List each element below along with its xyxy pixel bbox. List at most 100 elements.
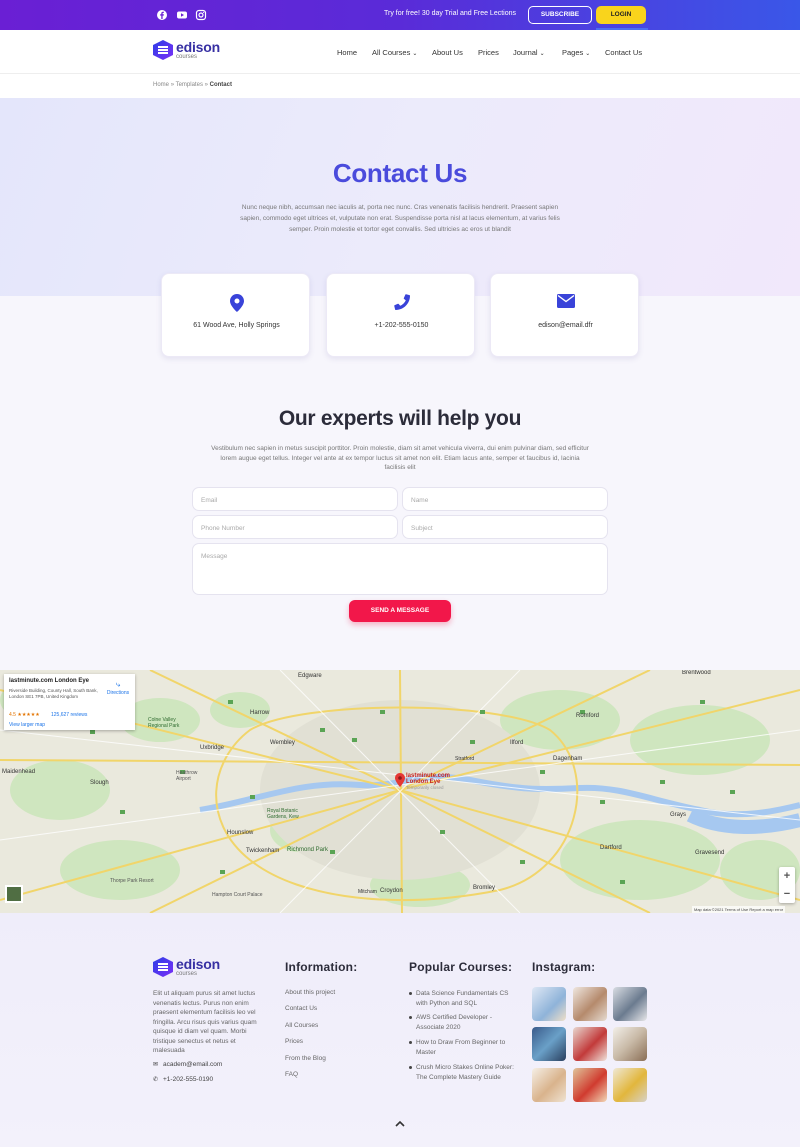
footer-course-link[interactable]: How to Draw From Beginner to Master bbox=[409, 1038, 514, 1058]
nav-item-home[interactable]: Home bbox=[337, 48, 357, 57]
phone-text[interactable]: +1-202-555-0150 bbox=[327, 322, 476, 329]
map-place-label: Richmond Park bbox=[287, 847, 329, 853]
footer-course-link[interactable]: Data Science Fundamentals CS with Python… bbox=[409, 989, 514, 1009]
phone-icon: ✆ bbox=[153, 1077, 159, 1083]
nav-item-about-us[interactable]: About Us bbox=[432, 48, 463, 57]
map-place-label: Thorpe Park Resort bbox=[110, 878, 154, 884]
chevron-down-icon: ⌄ bbox=[412, 51, 418, 57]
map-place-label: Colne Valley Regional Park bbox=[148, 717, 180, 729]
zoom-out-button[interactable]: − bbox=[779, 885, 795, 903]
instagram-photo[interactable] bbox=[573, 1027, 607, 1061]
envelope-icon: ✉ bbox=[153, 1062, 159, 1068]
footer-instagram-title: Instagram: bbox=[532, 960, 596, 974]
footer-logo[interactable]: edison courses bbox=[153, 957, 220, 977]
promo-text: Try for free! 30 day Trial and Free Lect… bbox=[383, 10, 517, 17]
email-text[interactable]: edison@email.dfr bbox=[491, 322, 640, 329]
breadcrumb-templates[interactable]: Templates bbox=[176, 82, 203, 88]
footer bbox=[0, 913, 800, 1147]
form-section-description: Vestibulum nec sapien in metus suscipit … bbox=[211, 445, 589, 471]
instagram-photo[interactable] bbox=[532, 987, 566, 1021]
youtube-icon[interactable] bbox=[176, 9, 188, 21]
breadcrumb-home[interactable]: Home bbox=[153, 82, 169, 88]
hero: Contact Us Nunc neque nibh, accumsan nec… bbox=[0, 98, 800, 296]
map-rating: 4.5 ★★★★★ bbox=[9, 712, 40, 718]
map-place-label: Ilford bbox=[510, 740, 524, 746]
subscribe-button[interactable]: SUBSCRIBE bbox=[528, 6, 592, 24]
footer-link[interactable]: About this project bbox=[285, 989, 335, 996]
footer-link[interactable]: Contact Us bbox=[285, 1005, 317, 1012]
name-field[interactable]: Name bbox=[402, 487, 608, 511]
chevron-down-icon: ⌄ bbox=[539, 51, 545, 57]
instagram-photo[interactable] bbox=[573, 1068, 607, 1102]
hero-description: Nunc neque nibh, accumsan nec iaculis at… bbox=[240, 204, 560, 233]
map-place-label: Grays bbox=[670, 812, 687, 818]
directions-icon: ⤷ bbox=[115, 680, 121, 689]
map-place-label: Brentwood bbox=[682, 670, 711, 676]
chevron-up-icon[interactable] bbox=[393, 1120, 407, 1132]
breadcrumb-separator: » bbox=[170, 82, 175, 88]
footer-description: Elit ut aliquam purus sit amet luctus ve… bbox=[153, 990, 257, 1054]
map-place-label: Bromley bbox=[473, 885, 496, 891]
directions-button[interactable]: ⤷ Directions bbox=[105, 680, 131, 696]
instagram-photo[interactable] bbox=[613, 987, 647, 1021]
page-title: Contact Us bbox=[332, 158, 468, 188]
map-place-title: lastminute.com London Eye bbox=[9, 678, 90, 684]
map-place-label: Maidenhead bbox=[2, 769, 36, 775]
map-place-label: Dagenham bbox=[553, 756, 583, 762]
nav-item-label: Pages bbox=[562, 48, 584, 57]
footer-email-text: academ@email.com bbox=[163, 1061, 223, 1068]
send-message-button[interactable]: SEND A MESSAGE bbox=[349, 600, 451, 622]
map-pin-status: Temporarily closed bbox=[406, 785, 444, 790]
zoom-in-button[interactable]: + bbox=[779, 867, 795, 885]
footer-course-link[interactable]: Crush Micro Stakes Online Poker: The Com… bbox=[409, 1063, 514, 1083]
instagram-photo[interactable] bbox=[532, 1027, 566, 1061]
map-pin-icon[interactable] bbox=[395, 773, 405, 787]
instagram-photo[interactable] bbox=[613, 1027, 647, 1061]
email-field[interactable]: Email bbox=[192, 487, 398, 511]
email-card: edison@email.dfr bbox=[490, 273, 639, 357]
instagram-photo[interactable] bbox=[532, 1068, 566, 1102]
footer-phone[interactable]: ✆ +1-202-555-0190 bbox=[153, 1076, 213, 1083]
logo-mark-icon bbox=[153, 957, 173, 977]
login-button[interactable]: LOGIN bbox=[596, 6, 646, 24]
map-place-label: Royal Botanic Gardens, Kew bbox=[267, 808, 299, 820]
map-attribution[interactable]: Map data ©2021 Terms of Use Report a map… bbox=[692, 906, 786, 913]
map-zoom-control: + − bbox=[779, 867, 795, 903]
map-reviews-link[interactable]: 125,627 reviews bbox=[51, 712, 87, 718]
address-text: 61 Wood Ave, Holly Springs bbox=[193, 322, 280, 329]
address-card: 61 Wood Ave, Holly Springs bbox=[161, 273, 310, 357]
nav-item-all-courses[interactable]: All Courses ⌄ bbox=[372, 48, 417, 57]
breadcrumb-current: Contact bbox=[209, 82, 232, 88]
nav-item-pages[interactable]: Pages ⌄ bbox=[562, 48, 590, 57]
map-place-label: Hounslow bbox=[227, 830, 254, 836]
map-place-label: Slough bbox=[90, 780, 109, 786]
nav-item-prices[interactable]: Prices bbox=[478, 48, 499, 57]
footer-link[interactable]: FAQ bbox=[285, 1071, 298, 1078]
envelope-icon bbox=[491, 294, 640, 314]
message-field[interactable]: Message bbox=[192, 543, 608, 595]
map-place-label: Twickenham bbox=[246, 848, 280, 854]
instagram-photo[interactable] bbox=[613, 1068, 647, 1102]
phone-field[interactable]: Phone Number bbox=[192, 515, 398, 539]
footer-course-link[interactable]: AWS Certified Developer - Associate 2020 bbox=[409, 1013, 514, 1033]
nav-item-label: Journal bbox=[513, 48, 538, 57]
chevron-down-icon: ⌄ bbox=[585, 51, 591, 57]
map-pin-label: lastminute.com London Eye Temporarily cl… bbox=[406, 773, 450, 791]
footer-link[interactable]: From the Blog bbox=[285, 1055, 326, 1062]
footer-email[interactable]: ✉ academ@email.com bbox=[153, 1061, 222, 1068]
top-bar: Try for free! 30 day Trial and Free Lect… bbox=[0, 0, 800, 31]
phone-card: +1-202-555-0150 bbox=[326, 273, 475, 357]
footer-link[interactable]: All Courses bbox=[285, 1022, 318, 1029]
footer-link[interactable]: Prices bbox=[285, 1038, 303, 1045]
footer-courses-title: Popular Courses: bbox=[409, 960, 513, 974]
nav-item-contact-us[interactable]: Contact Us bbox=[605, 48, 642, 57]
map-place-label: Edgware bbox=[298, 673, 322, 679]
map-satellite-toggle[interactable] bbox=[5, 885, 23, 903]
subject-field[interactable]: Subject bbox=[402, 515, 608, 539]
nav-item-journal[interactable]: Journal ⌄ bbox=[513, 48, 545, 57]
breadcrumb: Home » Templates » Contact bbox=[0, 74, 800, 98]
view-larger-map-link[interactable]: View larger map bbox=[9, 722, 45, 728]
instagram-icon[interactable] bbox=[195, 9, 207, 21]
instagram-photo[interactable] bbox=[573, 987, 607, 1021]
facebook-icon[interactable] bbox=[156, 9, 168, 21]
